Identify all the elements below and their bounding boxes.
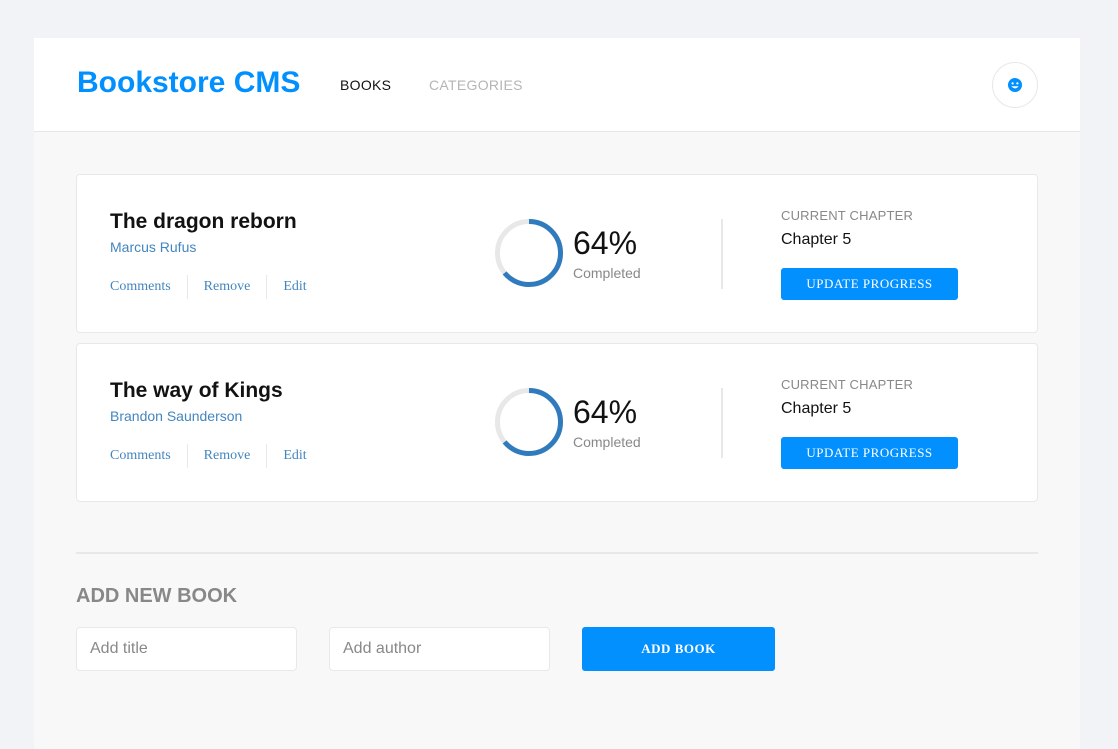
comments-button[interactable]: Comments xyxy=(110,279,171,295)
current-chapter-value: Chapter 5 xyxy=(781,231,852,248)
book-card: The way of Kings Brandon Saunderson Comm… xyxy=(76,343,1038,502)
main-panel: Bookstore CMS BOOKS CATEGORIES The drago… xyxy=(34,38,1080,749)
book-card: The dragon reborn Marcus Rufus Comments … xyxy=(76,174,1038,333)
completed-label: Completed xyxy=(573,265,641,281)
current-chapter-value: Chapter 5 xyxy=(781,400,852,417)
book-actions: Comments Remove Edit xyxy=(110,275,307,299)
remove-button[interactable]: Remove xyxy=(204,279,251,295)
action-divider xyxy=(266,444,268,468)
update-progress-button[interactable]: UPDATE PROGRESS xyxy=(781,268,958,300)
add-book-button[interactable]: ADD BOOK xyxy=(582,627,775,671)
brand-title[interactable]: Bookstore CMS xyxy=(77,66,300,100)
nav-categories[interactable]: CATEGORIES xyxy=(429,77,523,93)
update-progress-button[interactable]: UPDATE PROGRESS xyxy=(781,437,958,469)
nav-books[interactable]: BOOKS xyxy=(340,77,391,93)
completed-label: Completed xyxy=(573,434,641,450)
add-book-heading: ADD NEW BOOK xyxy=(76,585,238,607)
current-chapter-label: CURRENT CHAPTER xyxy=(781,208,914,223)
edit-button[interactable]: Edit xyxy=(283,279,306,295)
progress-ring xyxy=(495,388,563,456)
book-author[interactable]: Marcus Rufus xyxy=(110,239,196,255)
comments-button[interactable]: Comments xyxy=(110,448,171,464)
current-chapter-label: CURRENT CHAPTER xyxy=(781,377,914,392)
section-divider xyxy=(76,552,1038,554)
book-actions: Comments Remove Edit xyxy=(110,444,307,468)
progress-percent: 64% xyxy=(573,225,638,261)
card-divider xyxy=(721,219,723,289)
header: Bookstore CMS BOOKS CATEGORIES xyxy=(34,38,1080,132)
book-title: The dragon reborn xyxy=(110,210,297,233)
book-author[interactable]: Brandon Saunderson xyxy=(110,408,242,424)
title-input[interactable] xyxy=(76,627,297,671)
book-title: The way of Kings xyxy=(110,379,283,402)
progress-ring xyxy=(495,219,563,287)
action-divider xyxy=(266,275,268,299)
action-divider xyxy=(186,444,188,468)
card-divider xyxy=(721,388,723,458)
progress-percent: 64% xyxy=(573,394,638,430)
action-divider xyxy=(186,275,188,299)
user-button[interactable] xyxy=(992,62,1038,108)
user-icon xyxy=(1008,78,1022,92)
edit-button[interactable]: Edit xyxy=(283,448,306,464)
author-input[interactable] xyxy=(329,627,550,671)
remove-button[interactable]: Remove xyxy=(204,448,251,464)
